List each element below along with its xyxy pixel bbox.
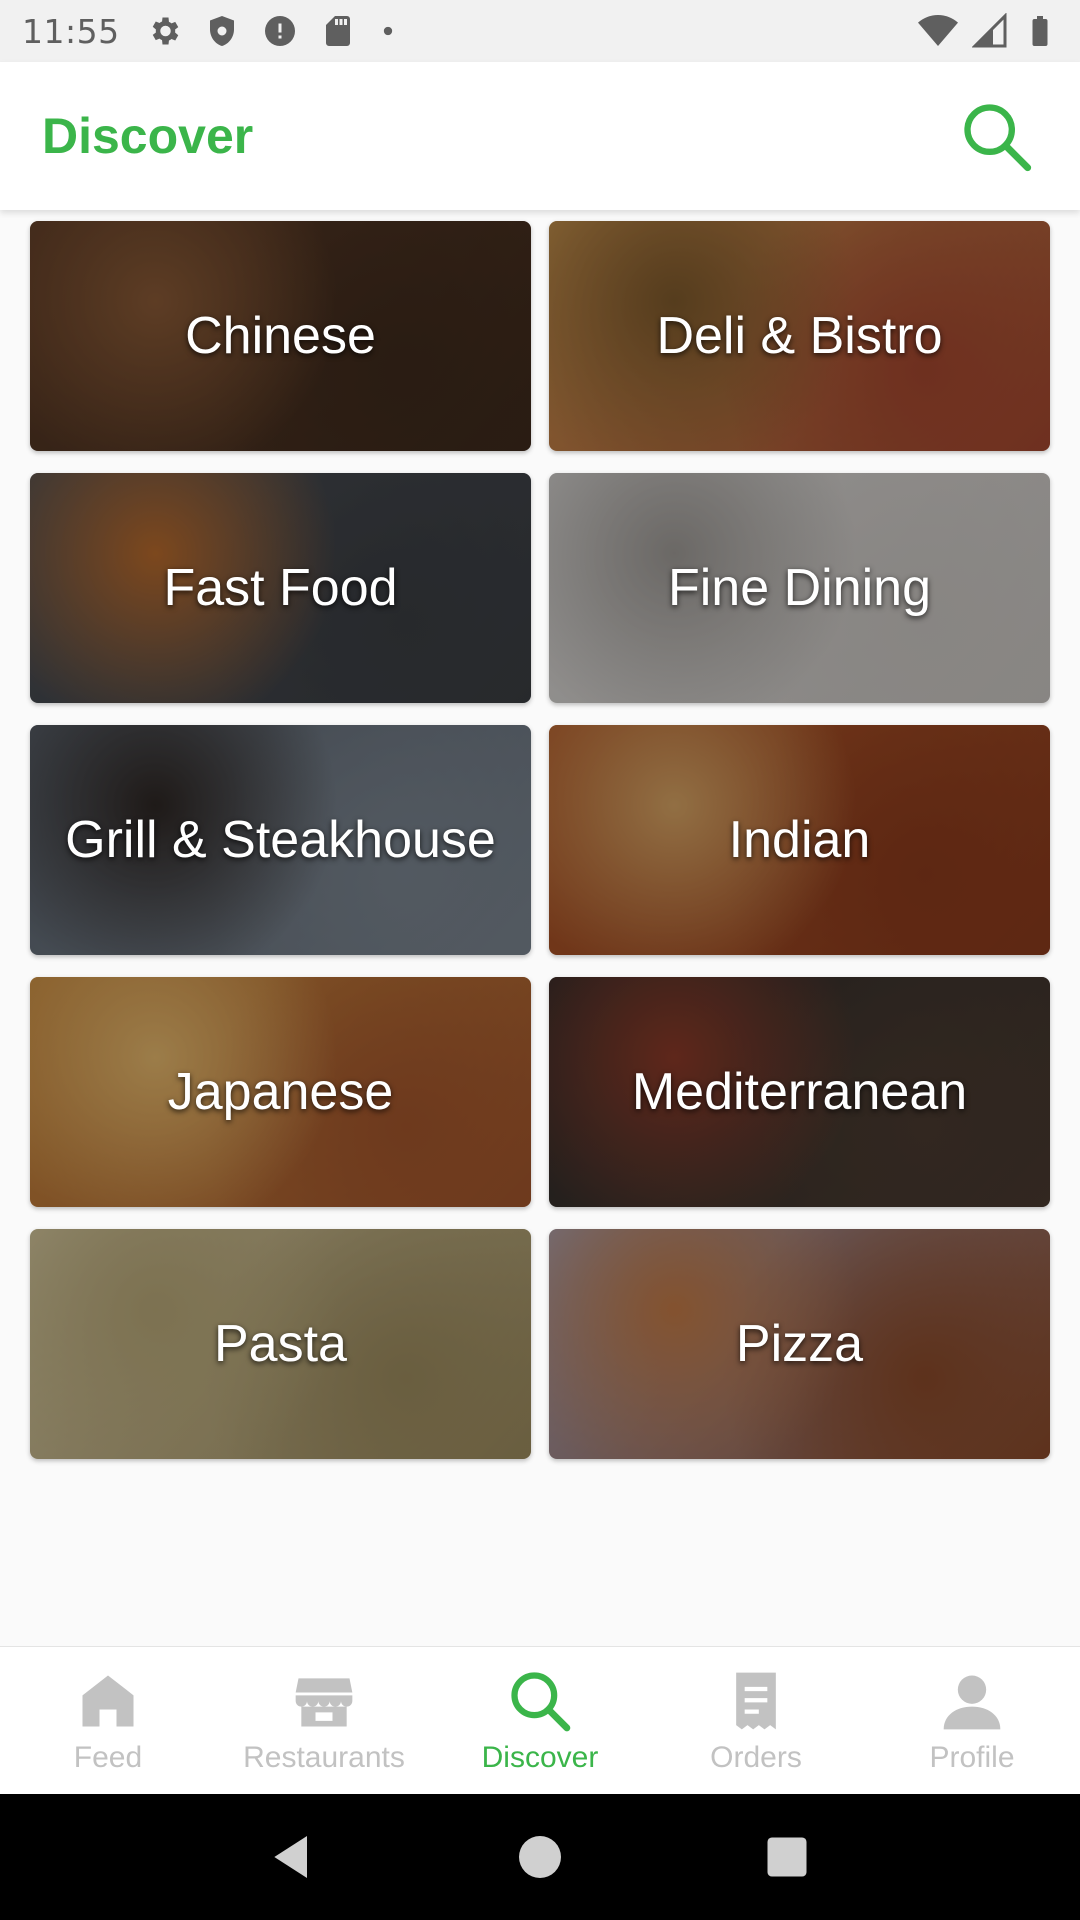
category-tile-japanese[interactable]: Japanese <box>30 977 531 1207</box>
category-tile-fine-dining[interactable]: Fine Dining <box>549 473 1050 703</box>
sd-card-icon <box>325 16 350 46</box>
status-time: 11:55 <box>22 11 120 51</box>
category-label: Japanese <box>167 1063 394 1121</box>
category-tile-fast-food[interactable]: Fast Food <box>30 473 531 703</box>
category-label: Pasta <box>214 1315 347 1373</box>
category-tile-pizza[interactable]: Pizza <box>549 1229 1050 1459</box>
search-icon <box>511 1672 571 1732</box>
storefront-icon <box>295 1678 353 1727</box>
category-label: Grill & Steakhouse <box>65 811 496 869</box>
search-icon <box>964 104 1032 172</box>
dot-icon <box>383 26 392 36</box>
wifi-icon <box>918 15 958 46</box>
category-tile-mediterranean[interactable]: Mediterranean <box>549 977 1050 1207</box>
nav-label: Discover <box>481 1741 599 1774</box>
category-label: Pizza <box>735 1315 864 1373</box>
receipt-icon <box>736 1672 776 1730</box>
category-label: Indian <box>728 811 871 869</box>
nav-item-restaurants[interactable]: Restaurants <box>216 1647 432 1794</box>
nav-label: Orders <box>710 1741 802 1774</box>
back-button[interactable] <box>253 1817 333 1897</box>
person-icon <box>943 1675 1001 1730</box>
nav-label: Profile <box>929 1741 1015 1774</box>
shield-icon <box>209 16 234 46</box>
status-bar: 11:55 <box>0 0 1080 62</box>
alert-icon <box>264 16 295 46</box>
category-label: Chinese <box>185 307 376 365</box>
bottom-navigation: Feed Restaurants Discover Orders Profile <box>0 1646 1080 1794</box>
signal-icon <box>972 13 1007 48</box>
system-navigation-bar <box>0 1794 1080 1920</box>
category-label: Fine Dining <box>667 559 932 617</box>
category-label: Mediterranean <box>631 1063 968 1121</box>
status-icons-right <box>918 11 1058 51</box>
app-bar: Discover <box>0 62 1080 210</box>
search-button[interactable] <box>954 94 1038 178</box>
home-button[interactable] <box>500 1817 580 1897</box>
category-tile-pasta[interactable]: Pasta <box>30 1229 531 1459</box>
category-tile-chinese[interactable]: Chinese <box>30 221 531 451</box>
category-tile-grill-steakhouse[interactable]: Grill & Steakhouse <box>30 725 531 955</box>
nav-label: Feed <box>73 1741 143 1774</box>
nav-item-profile[interactable]: Profile <box>864 1647 1080 1794</box>
page-title: Discover <box>42 108 254 164</box>
category-tile-indian[interactable]: Indian <box>549 725 1050 955</box>
recents-button[interactable] <box>747 1817 827 1897</box>
recents-icon <box>767 1837 807 1877</box>
nav-item-feed[interactable]: Feed <box>0 1647 216 1794</box>
home-circle-icon <box>518 1836 561 1878</box>
gear-icon <box>152 17 178 45</box>
battery-icon <box>1032 16 1048 46</box>
back-icon <box>274 1836 308 1878</box>
category-tile-deli-bistro[interactable]: Deli & Bistro <box>549 221 1050 451</box>
nav-label: Restaurants <box>243 1741 405 1774</box>
category-label: Deli & Bistro <box>656 307 943 365</box>
category-grid: Chinese Deli & Bistro Fast Food Fine Din… <box>30 221 1050 1459</box>
nav-item-discover[interactable]: Discover <box>432 1647 648 1794</box>
nav-item-orders[interactable]: Orders <box>648 1647 864 1794</box>
status-icons-left <box>146 13 398 49</box>
home-icon <box>82 1675 134 1727</box>
category-label: Fast Food <box>163 559 398 617</box>
